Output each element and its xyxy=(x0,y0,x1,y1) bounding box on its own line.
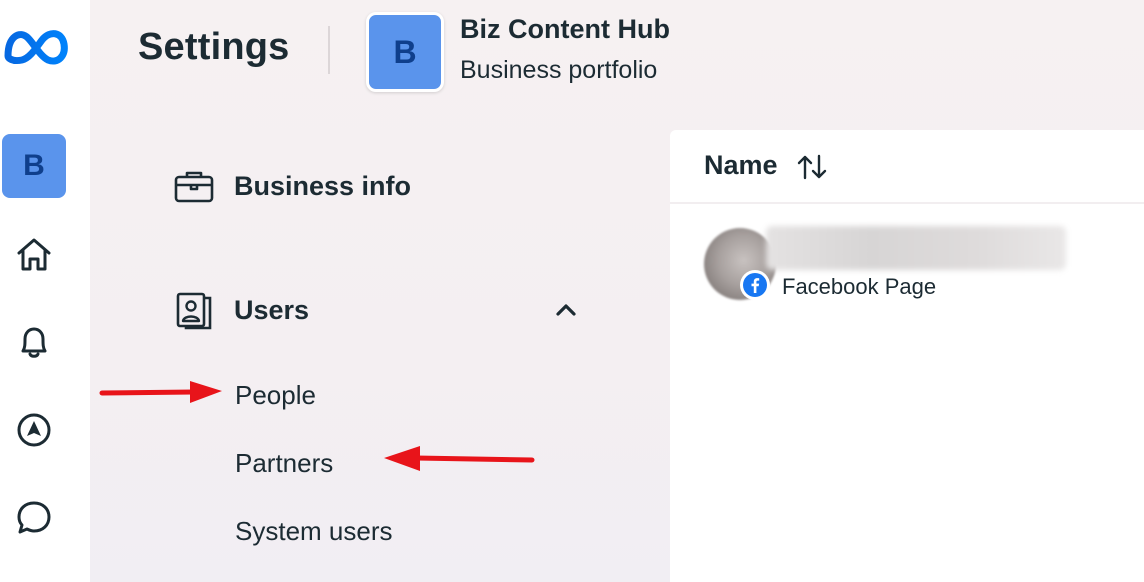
name-column-header[interactable]: Name xyxy=(704,150,778,181)
redacted-page-name xyxy=(766,226,1066,270)
sort-up-down-icon[interactable] xyxy=(796,152,828,182)
navigation-icon[interactable] xyxy=(12,408,56,452)
portfolio-avatar[interactable]: B xyxy=(2,134,66,198)
bell-icon[interactable] xyxy=(12,320,56,364)
id-badge-icon xyxy=(172,290,216,330)
nav-users[interactable]: Users xyxy=(172,290,309,330)
portfolio-name[interactable]: Biz Content Hub xyxy=(460,14,670,45)
partners-arrow xyxy=(384,446,535,471)
header-divider xyxy=(328,26,330,74)
table-row[interactable]: Facebook Page xyxy=(670,222,1144,312)
chat-icon[interactable] xyxy=(12,496,56,540)
nav-users-label: Users xyxy=(234,294,310,325)
table-header: Name xyxy=(670,130,1144,204)
row-type-label: Facebook Page xyxy=(782,274,937,299)
people-arrow xyxy=(99,381,222,403)
portfolio-header-avatar[interactable]: B xyxy=(366,12,444,92)
nav-business-info[interactable]: Business info xyxy=(172,166,411,206)
assets-table: Name Facebook Page xyxy=(670,130,1144,582)
nav-business-info-label: Business info xyxy=(234,170,412,201)
chevron-up-icon[interactable] xyxy=(552,296,580,324)
meta-logo-icon[interactable] xyxy=(2,22,72,70)
facebook-icon xyxy=(740,270,770,300)
briefcase-icon xyxy=(172,166,216,206)
page-title: Settings xyxy=(138,26,290,68)
left-rail: B xyxy=(0,0,90,582)
home-icon[interactable] xyxy=(12,232,56,276)
nav-people[interactable]: People xyxy=(235,380,316,411)
portfolio-type: Business portfolio xyxy=(460,56,658,84)
nav-system-users[interactable]: System users xyxy=(235,516,393,547)
nav-partners[interactable]: Partners xyxy=(235,448,333,479)
